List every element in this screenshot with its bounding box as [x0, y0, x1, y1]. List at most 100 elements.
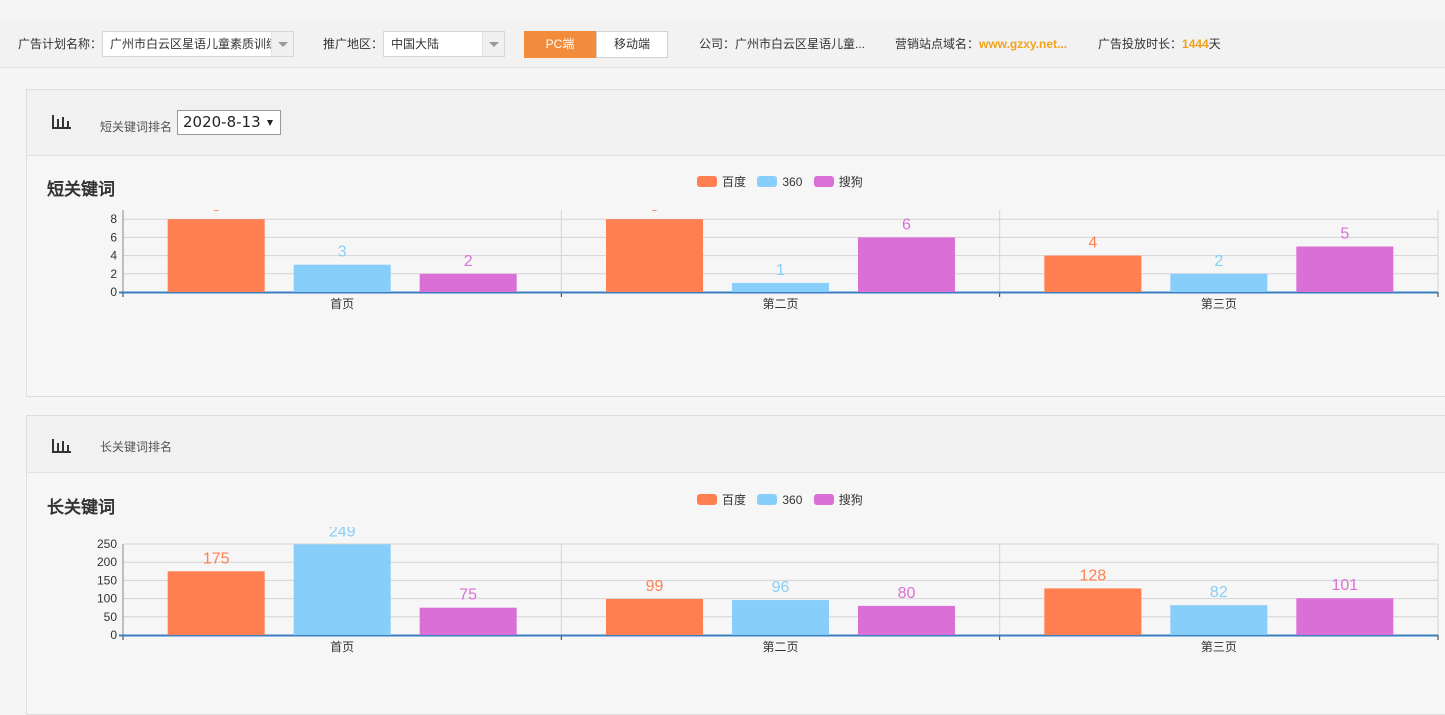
- duration-info: 广告投放时长：1444天: [1098, 20, 1221, 68]
- x-tick-label: 第二页: [762, 297, 798, 311]
- legend-swatch: [757, 176, 778, 187]
- bar: [858, 237, 955, 292]
- x-tick-label: 首页: [330, 640, 354, 654]
- legend-item-360[interactable]: 360: [757, 493, 802, 507]
- data-label: 8: [212, 210, 221, 215]
- legend-swatch: [813, 176, 834, 187]
- chevron-down-icon: [271, 32, 293, 56]
- y-tick-label: 0: [110, 285, 117, 299]
- data-label: 175: [203, 550, 230, 567]
- bar: [1044, 255, 1142, 292]
- bar: [1296, 246, 1394, 292]
- bar: [1170, 605, 1268, 635]
- domain-label: 营销站点域名：: [895, 37, 980, 51]
- data-label: 8: [650, 210, 659, 215]
- y-tick-label: 50: [104, 610, 118, 624]
- y-tick-label: 4: [110, 249, 117, 263]
- long-panel-header: 长关键词排名: [27, 416, 1445, 473]
- y-tick-label: 200: [97, 555, 117, 569]
- bar-chart-icon: [52, 439, 71, 453]
- legend-swatch: [757, 494, 778, 505]
- legend-label: 搜狗: [838, 175, 863, 189]
- long-keyword-panel: 长关键词排名 长关键词 百度 360 搜狗 0 50 100 150 200 250 175…: [26, 415, 1445, 715]
- y-tick-label: 2: [110, 267, 117, 281]
- company-value: 广州市白云区星语儿童...: [735, 37, 866, 51]
- short-panel-label: 短关键词排名: [100, 120, 173, 134]
- legend-item-sogou[interactable]: 搜狗: [813, 493, 863, 507]
- bar: [1170, 273, 1268, 292]
- legend-item-sogou[interactable]: 搜狗: [813, 175, 863, 189]
- short-panel-header: 短关键词排名 2020-8-13: [27, 90, 1445, 156]
- data-label: 5: [1340, 226, 1349, 243]
- region-select[interactable]: 中国大陆: [383, 31, 505, 57]
- duration-unit: 天: [1208, 37, 1221, 51]
- region-label: 推广地区：: [323, 37, 384, 51]
- legend-label: 搜狗: [838, 493, 863, 507]
- y-tick-label: 8: [110, 212, 117, 226]
- data-label: 3: [338, 244, 347, 261]
- y-tick-label: 0: [110, 628, 117, 642]
- x-tick-label: 第二页: [762, 640, 798, 654]
- data-label: 75: [459, 587, 477, 604]
- long-keyword-bar-chart: 0 50 100 150 200 250 175 249 75 首页 99 96 80 第二页 128 82 1…: [97, 527, 1439, 654]
- bar: [293, 264, 391, 292]
- short-keyword-bar-chart: 0246810832首页816第二页425第三页: [110, 210, 1439, 311]
- chevron-down-icon: [482, 32, 504, 56]
- y-tick-label: 6: [110, 230, 117, 244]
- data-label: 99: [646, 578, 664, 595]
- company-info: 公司：广州市白云区星语儿童...: [699, 20, 865, 68]
- duration-value: 1444: [1182, 37, 1209, 51]
- x-tick-label: 首页: [330, 297, 354, 311]
- long-chart-title: 长关键词: [47, 498, 115, 517]
- legend-item-baidu[interactable]: 百度: [697, 175, 746, 189]
- legend-item-baidu[interactable]: 百度: [697, 493, 746, 507]
- company-label: 公司：: [699, 37, 736, 51]
- bar: [293, 544, 391, 635]
- bar: [1044, 588, 1142, 635]
- data-label: 1: [776, 262, 785, 279]
- data-label: 2: [1214, 253, 1223, 270]
- legend-swatch: [697, 176, 717, 187]
- bar: [732, 600, 829, 635]
- bar: [858, 605, 955, 635]
- bar: [419, 273, 517, 292]
- duration-label: 广告投放时长：: [1098, 37, 1183, 51]
- short-chart-legend: 百度 360 搜狗: [697, 175, 871, 189]
- data-label: 82: [1210, 584, 1228, 601]
- x-tick-label: 第三页: [1201, 640, 1237, 654]
- bar: [606, 598, 703, 635]
- bar: [167, 571, 265, 635]
- legend-label: 百度: [722, 493, 747, 507]
- bar: [167, 219, 265, 292]
- bar: [732, 282, 829, 292]
- legend-swatch: [697, 494, 717, 505]
- region-select-value: 中国大陆: [391, 37, 440, 51]
- legend-label: 360: [782, 175, 803, 189]
- long-chart-legend: 百度 360 搜狗: [697, 493, 871, 507]
- data-label: 128: [1079, 567, 1106, 584]
- data-label: 4: [1088, 235, 1097, 252]
- legend-item-360[interactable]: 360: [757, 175, 802, 189]
- y-tick-label: 150: [97, 573, 117, 587]
- domain-info: 营销站点域名：www.gzxy.net...: [895, 20, 1067, 68]
- short-chart-title: 短关键词: [47, 180, 115, 199]
- bar: [606, 219, 703, 292]
- y-tick-label: 250: [97, 537, 117, 551]
- date-select[interactable]: 2020-8-13: [177, 110, 281, 135]
- long-panel-label: 长关键词排名: [100, 440, 173, 454]
- x-tick-label: 第三页: [1201, 297, 1237, 311]
- pc-tab[interactable]: PC端: [524, 31, 596, 58]
- plan-select[interactable]: 广州市白云区星语儿童素质训练: [102, 31, 294, 57]
- filter-bar: 广告计划名称： 广州市白云区星语儿童素质训练 推广地区： 中国大陆 PC端 移动…: [0, 20, 1445, 68]
- data-label: 101: [1331, 577, 1358, 594]
- mobile-tab[interactable]: 移动端: [596, 31, 668, 58]
- bar: [419, 607, 517, 635]
- plan-select-value: 广州市白云区星语儿童素质训练: [110, 37, 279, 51]
- data-label: 96: [772, 579, 790, 596]
- bar-chart-icon: [52, 115, 71, 129]
- data-label: 6: [902, 216, 911, 233]
- plan-label: 广告计划名称：: [18, 37, 103, 51]
- domain-value: www.gzxy.net...: [979, 37, 1068, 51]
- data-label: 249: [329, 527, 356, 540]
- legend-swatch: [813, 494, 834, 505]
